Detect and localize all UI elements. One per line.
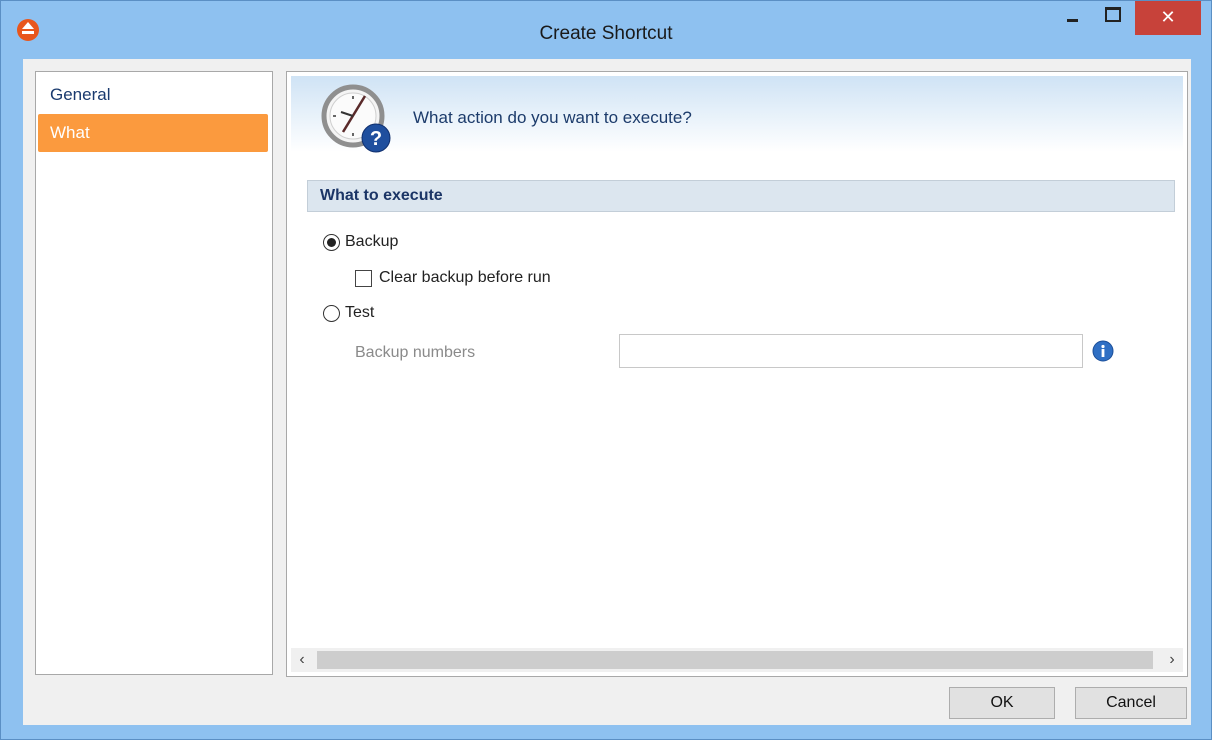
banner-question: What action do you want to execute?	[413, 108, 692, 127]
section-title: What to execute	[320, 187, 443, 204]
backup-radio[interactable]	[323, 234, 340, 251]
window-title: Create Shortcut	[539, 23, 673, 44]
header-banner: ? What action do you want to execute?	[291, 76, 1183, 153]
dialog-client: General What ? What action do you want t…	[23, 59, 1191, 725]
clock-question-icon: ?	[321, 84, 391, 153]
title-bar[interactable]: Create Shortcut ✕	[1, 1, 1211, 51]
scroll-thumb[interactable]	[317, 651, 1153, 669]
svg-text:?: ?	[370, 128, 382, 150]
content-panel: ? What action do you want to execute? Wh…	[286, 71, 1188, 677]
clear-backup-label[interactable]: Clear backup before run	[379, 269, 551, 287]
sidebar-item-general[interactable]: General	[38, 76, 268, 114]
sidebar-item-what[interactable]: What	[38, 114, 268, 152]
scroll-left-icon[interactable]: ‹	[291, 648, 313, 672]
section-header: What to execute	[307, 180, 1175, 212]
create-shortcut-window: Create Shortcut ✕ General What ? What ac…	[0, 0, 1212, 740]
cancel-button[interactable]: Cancel	[1075, 687, 1187, 719]
scroll-right-icon[interactable]: ›	[1161, 648, 1183, 672]
backup-numbers-label: Backup numbers	[355, 344, 476, 361]
horizontal-scrollbar[interactable]: ‹ ›	[291, 648, 1183, 672]
backup-radio-label[interactable]: Backup	[345, 233, 398, 251]
ok-button[interactable]: OK	[949, 687, 1055, 719]
info-icon[interactable]	[1092, 340, 1114, 362]
clear-backup-checkbox[interactable]	[355, 270, 372, 287]
minimize-icon[interactable]	[1055, 1, 1099, 31]
test-radio[interactable]	[323, 305, 340, 322]
sidebar: General What	[35, 71, 273, 675]
close-icon[interactable]: ✕	[1135, 1, 1201, 35]
maximize-icon[interactable]	[1095, 1, 1131, 31]
backup-numbers-input[interactable]	[619, 334, 1083, 368]
test-radio-label[interactable]: Test	[345, 304, 374, 322]
